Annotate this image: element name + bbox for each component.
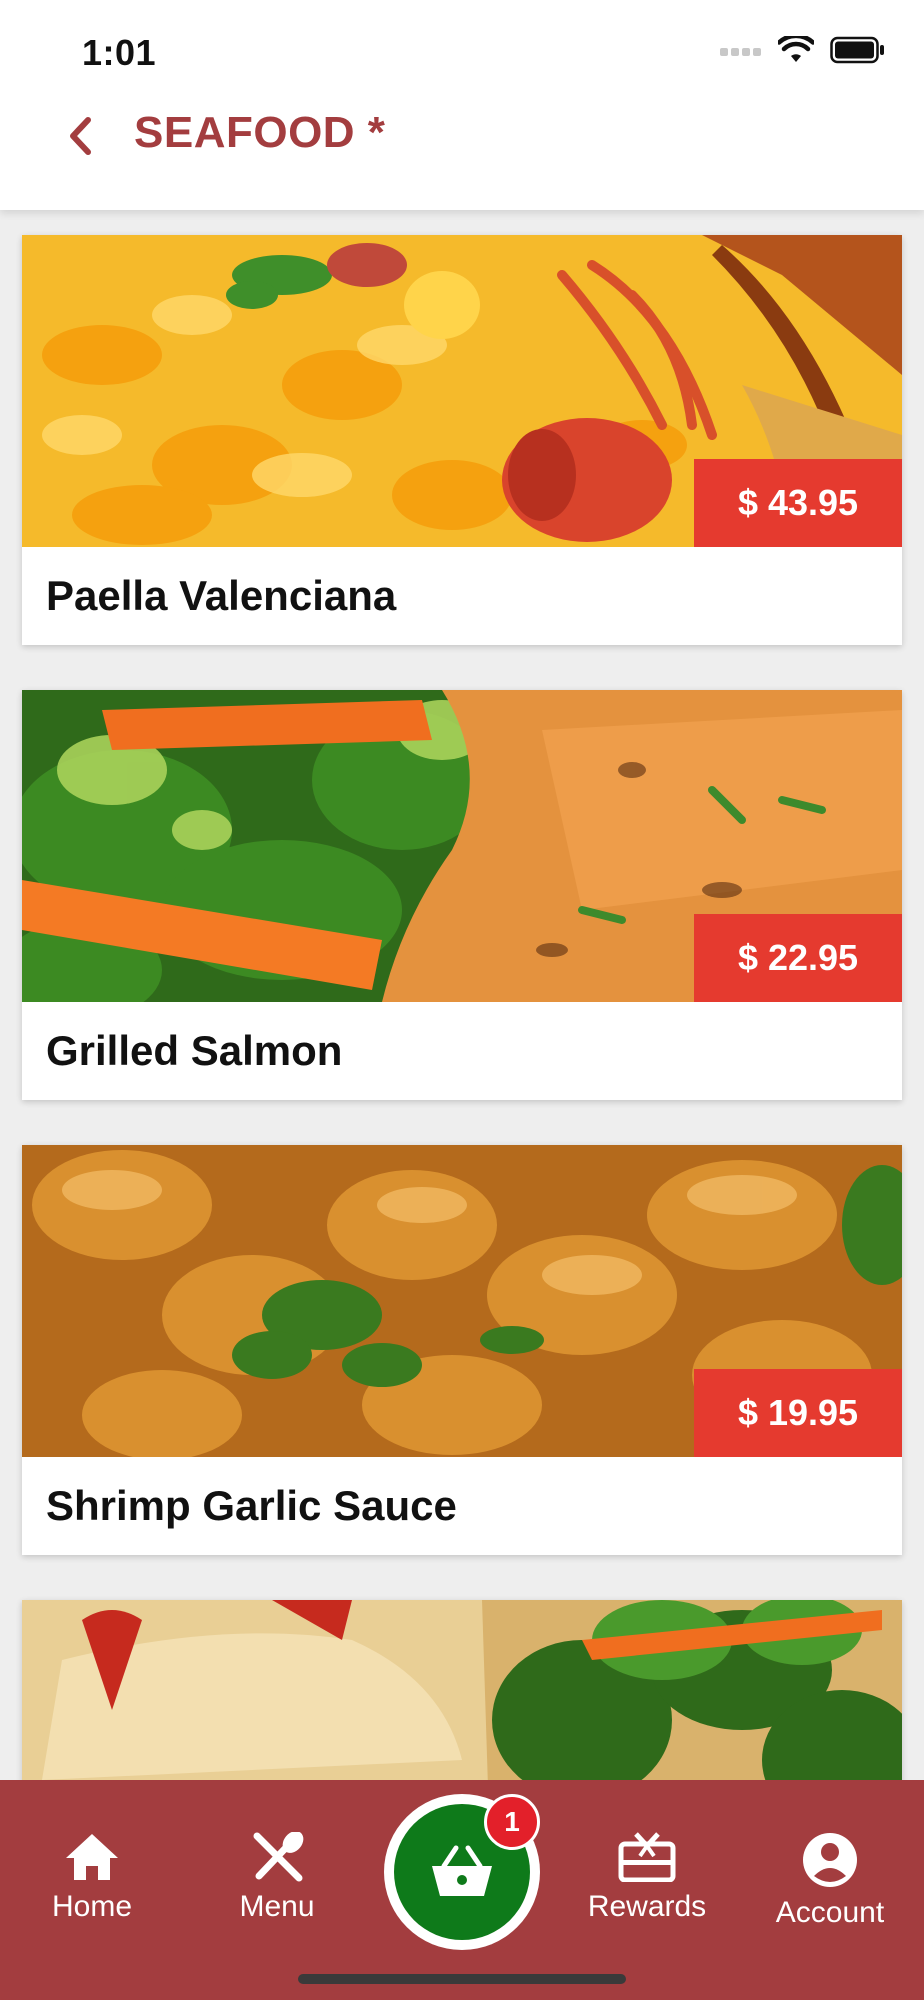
dish-image: $ 22.95 bbox=[22, 690, 902, 1002]
utensils-icon bbox=[253, 1832, 304, 1882]
battery-icon bbox=[830, 36, 884, 64]
basket-icon bbox=[432, 1845, 492, 1896]
header: 1:01 SEAFOOD * bbox=[0, 0, 924, 210]
back-button[interactable] bbox=[56, 104, 104, 168]
nav-account[interactable]: Account bbox=[755, 1832, 905, 1930]
dish-image: $ 43.95 bbox=[22, 235, 902, 547]
dish-name: Paella Valenciana bbox=[46, 572, 397, 619]
nav-home[interactable]: Home bbox=[17, 1832, 167, 1924]
nav-rewards[interactable]: Rewards bbox=[572, 1832, 722, 1924]
dish-name: Grilled Salmon bbox=[46, 1027, 343, 1074]
dish-name: Shrimp Garlic Sauce bbox=[46, 1482, 457, 1529]
wifi-icon bbox=[778, 36, 814, 62]
gift-card-icon bbox=[618, 1832, 676, 1882]
nav-account-label: Account bbox=[775, 1896, 885, 1929]
price-tag: $ 43.95 bbox=[694, 459, 902, 547]
account-icon bbox=[803, 1833, 857, 1887]
cart-count-badge: 1 bbox=[484, 1794, 540, 1850]
nav-home-label: Home bbox=[51, 1890, 133, 1923]
home-icon bbox=[66, 1834, 118, 1880]
signal-icon bbox=[720, 48, 761, 56]
nav-menu-label: Menu bbox=[239, 1890, 315, 1923]
menu-item-card[interactable]: $ 43.95 Paella Valenciana bbox=[22, 235, 902, 645]
menu-item-card[interactable]: $ 19.95 Shrimp Garlic Sauce bbox=[22, 1145, 902, 1555]
nav-menu[interactable]: Menu bbox=[202, 1832, 352, 1924]
screen: 1:01 SEAFOOD * $ 43.95 Paella Valenciana… bbox=[0, 0, 924, 2000]
status-time: 1:01 bbox=[82, 32, 157, 73]
dish-image: $ 19.95 bbox=[22, 1145, 902, 1457]
dish-image bbox=[22, 1600, 902, 1780]
menu-item-card[interactable]: $ 22.95 Grilled Salmon bbox=[22, 690, 902, 1100]
price-tag: $ 19.95 bbox=[694, 1369, 902, 1457]
nav-rewards-label: Rewards bbox=[587, 1890, 707, 1923]
chevron-left-icon bbox=[70, 117, 91, 155]
status-icons bbox=[720, 36, 886, 64]
price-tag: $ 22.95 bbox=[694, 914, 902, 1002]
menu-item-list[interactable]: $ 43.95 Paella Valenciana $ 22.95 Grille… bbox=[0, 210, 924, 1780]
bottom-nav: Home Menu 1 Rewards Account bbox=[0, 1780, 924, 2000]
page-title: SEAFOOD * bbox=[134, 108, 386, 157]
home-indicator bbox=[298, 1974, 626, 1984]
menu-item-card[interactable] bbox=[22, 1600, 902, 1780]
